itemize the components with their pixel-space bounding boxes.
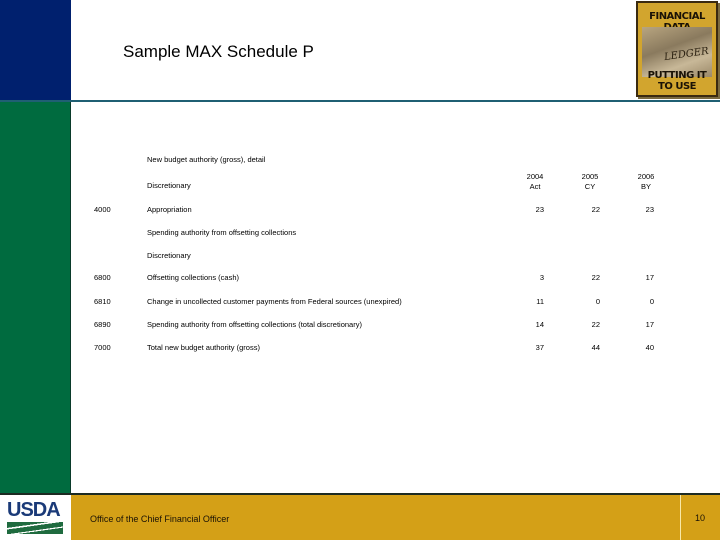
section-title: New budget authority (gross), detail	[147, 155, 266, 164]
table-row: 7000 Total new budget authority (gross) …	[0, 343, 720, 355]
table-row: Discretionary	[0, 251, 720, 263]
financial-data-logo: FINANCIAL DATA LEDGER PUTTING IT TO USE	[636, 1, 718, 97]
sidebar-blue-block	[0, 0, 71, 101]
row-description: Spending authority from offsetting colle…	[147, 228, 297, 237]
value-2006: 23	[645, 205, 654, 214]
row-code: 4000	[94, 205, 111, 214]
value-2005: 44	[591, 343, 600, 352]
usda-logo: USDA	[0, 493, 71, 540]
usda-logo-text: USDA	[7, 499, 61, 521]
value-2004: 23	[535, 205, 544, 214]
logo-bottom-text: PUTTING IT TO USE	[647, 70, 707, 92]
value-2005: 0	[595, 297, 600, 306]
value-2005: 22	[591, 320, 600, 329]
section-title-row: New budget authority (gross), detail	[0, 155, 720, 167]
value-2006: 17	[645, 320, 654, 329]
footer-bar: Office of the Chief Financial Officer 10	[71, 493, 720, 540]
value-2005: 22	[591, 273, 600, 282]
row-description: Spending authority from offsetting colle…	[147, 320, 362, 329]
table-row: 4000 Appropriation 23 22 23	[0, 205, 720, 217]
row-code: 6800	[94, 273, 111, 282]
office-name: Office of the Chief Financial Officer	[90, 514, 230, 524]
usda-swoosh-icon	[7, 522, 63, 534]
row-description: Appropriation	[147, 205, 192, 214]
row-code: 6810	[94, 297, 111, 306]
row-description: Discretionary	[147, 181, 191, 190]
row-code: 7000	[94, 343, 111, 352]
value-2006: 17	[645, 273, 654, 282]
row-description: Change in uncollected customer payments …	[147, 297, 402, 306]
footer-divider	[680, 495, 681, 540]
value-2006: 0	[649, 297, 654, 306]
value-2004: 11	[536, 297, 544, 306]
table-row: 6810 Change in uncollected customer paym…	[0, 297, 720, 309]
table-row: 6800 Offsetting collections (cash) 3 22 …	[0, 273, 720, 285]
value-2006: 40	[645, 343, 654, 352]
row-description: Discretionary	[147, 251, 191, 260]
table-row: Spending authority from offsetting colle…	[0, 228, 720, 240]
row-code: 6890	[94, 320, 111, 329]
page-number: 10	[695, 513, 706, 523]
slide-title: Sample MAX Schedule P	[123, 42, 314, 61]
row-description: Total new budget authority (gross)	[147, 343, 260, 352]
header-divider	[0, 100, 720, 102]
value-2004: 14	[535, 320, 544, 329]
value-2004: 37	[535, 343, 544, 352]
table-row: Discretionary	[0, 181, 720, 193]
ledger-text: LEDGER	[663, 45, 710, 64]
table-row: 6890 Spending authority from offsetting …	[0, 320, 720, 332]
value-2005: 22	[591, 205, 600, 214]
value-2004: 3	[539, 273, 544, 282]
row-description: Offsetting collections (cash)	[147, 273, 239, 282]
